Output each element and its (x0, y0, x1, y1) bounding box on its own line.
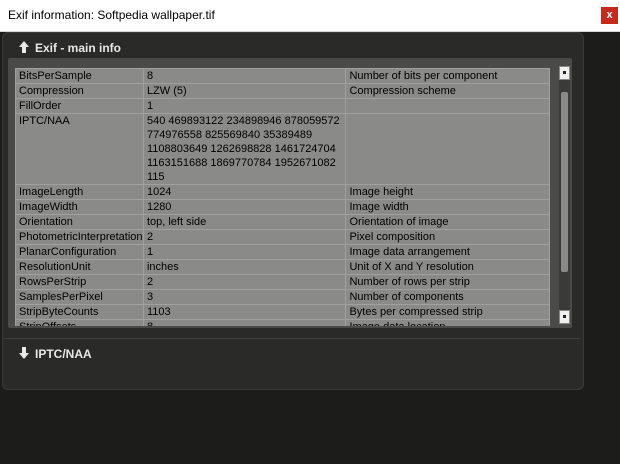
row-value-cell: 2 (142, 274, 347, 290)
row-description-cell: Pixel composition (345, 229, 550, 245)
table-row[interactable]: ResolutionUnit inches Unit of X and Y reso… (15, 259, 550, 275)
table-row[interactable]: IPTC/NAA 540 469893122 234898946 87805957… (15, 113, 550, 185)
vertical-scrollbar[interactable] (559, 66, 570, 324)
row-description-cell: Number of components (345, 289, 550, 305)
row-value-cell: top, left side (142, 214, 347, 230)
row-value-cell: 2 (142, 229, 347, 245)
table-row[interactable]: StripByteCounts 1103 Bytes per compressed … (15, 304, 550, 320)
table-row[interactable]: SamplesPerPixel 3 Number of components (15, 289, 550, 305)
row-description-cell: Image height (345, 184, 550, 200)
row-description-cell: Number of bits per component (345, 68, 550, 84)
table-row[interactable]: Orientation top, left side Orientation of … (15, 214, 550, 230)
row-description-cell: Bytes per compressed strip (345, 304, 550, 320)
row-name-cell: ImageWidth (15, 199, 144, 215)
row-value-cell: 1103 (142, 304, 347, 320)
scroll-up-icon (563, 71, 566, 74)
row-name-cell: ResolutionUnit (15, 259, 144, 275)
row-value-cell: 1 (142, 98, 347, 114)
table-row[interactable]: ImageLength 1024 Image height (15, 184, 550, 200)
row-name-cell: BitsPerSample (15, 68, 144, 84)
scroll-up-button[interactable] (559, 66, 570, 80)
exif-window: Exif information: Softpedia wallpaper.ti… (0, 0, 620, 464)
scroll-down-button[interactable] (559, 310, 570, 324)
row-value-cell: inches (142, 259, 347, 275)
row-name-cell: PhotometricInterpretation (15, 229, 144, 245)
row-description-cell: Image width (345, 199, 550, 215)
section-header-iptc[interactable]: IPTC/NAA (4, 340, 580, 368)
row-value-cell: LZW (5) (142, 83, 347, 99)
row-value-cell: 8 (142, 68, 347, 84)
row-name-cell: ImageLength (15, 184, 144, 200)
table-row[interactable]: StripOffsets8Image data location (15, 319, 550, 326)
row-name-cell: Compression (15, 83, 144, 99)
section-label: IPTC/NAA (35, 347, 92, 361)
table-row[interactable]: PlanarConfiguration 1 Image data arrangeme… (15, 244, 550, 260)
section-label: Exif - main info (35, 41, 122, 55)
row-name-cell: FillOrder (15, 98, 144, 114)
section-divider (4, 338, 580, 339)
row-description-cell: Compression scheme (345, 83, 550, 99)
row-name-cell: RowsPerStrip (15, 274, 144, 290)
row-description-cell: Unit of X and Y resolution (345, 259, 550, 275)
row-description-cell (345, 98, 550, 114)
arrow-down-icon (19, 347, 29, 359)
exif-table: BitsPerSample 8 Number of bits per compone… (15, 68, 550, 326)
row-name-cell: StripByteCounts (15, 304, 144, 320)
row-value-cell: 1 (142, 244, 347, 260)
scroll-down-icon (563, 315, 566, 318)
row-value-cell: 1280 (142, 199, 347, 215)
row-name-cell: StripOffsets (15, 319, 144, 326)
table-row[interactable]: FillOrder 1 (15, 98, 550, 114)
window-title: Exif information: Softpedia wallpaper.ti… (8, 8, 215, 22)
row-value-cell: 540 469893122 234898946 878059572 774976… (142, 113, 347, 185)
row-description-cell: Orientation of image (345, 214, 550, 230)
table-row[interactable]: ImageWidth 1280 Image width (15, 199, 550, 215)
table-row[interactable]: BitsPerSample 8 Number of bits per compone… (15, 68, 550, 84)
row-description-cell (345, 113, 550, 185)
arrow-up-icon (19, 41, 29, 53)
row-name-cell: Orientation (15, 214, 144, 230)
row-name-cell: SamplesPerPixel (15, 289, 144, 305)
scroll-thumb[interactable] (561, 92, 568, 272)
row-description-cell: Number of rows per strip (345, 274, 550, 290)
close-button[interactable]: x (601, 7, 618, 24)
row-value-cell: 8 (142, 319, 347, 326)
row-value-cell: 3 (142, 289, 347, 305)
table-row[interactable]: Compression LZW (5) Compression scheme (15, 83, 550, 99)
row-value-cell: 1024 (142, 184, 347, 200)
title-bar: Exif information: Softpedia wallpaper.ti… (0, 0, 620, 32)
row-name-cell: IPTC/NAA (15, 113, 144, 185)
table-row[interactable]: RowsPerStrip 2 Number of rows per strip (15, 274, 550, 290)
row-description-cell: Image data arrangement (345, 244, 550, 260)
row-description-cell: Image data location (345, 319, 550, 326)
row-name-cell: PlanarConfiguration (15, 244, 144, 260)
exif-table-viewport[interactable]: BitsPerSample 8 Number of bits per compone… (15, 68, 552, 326)
table-row[interactable]: PhotometricInterpretation 2 Pixel composit… (15, 229, 550, 245)
